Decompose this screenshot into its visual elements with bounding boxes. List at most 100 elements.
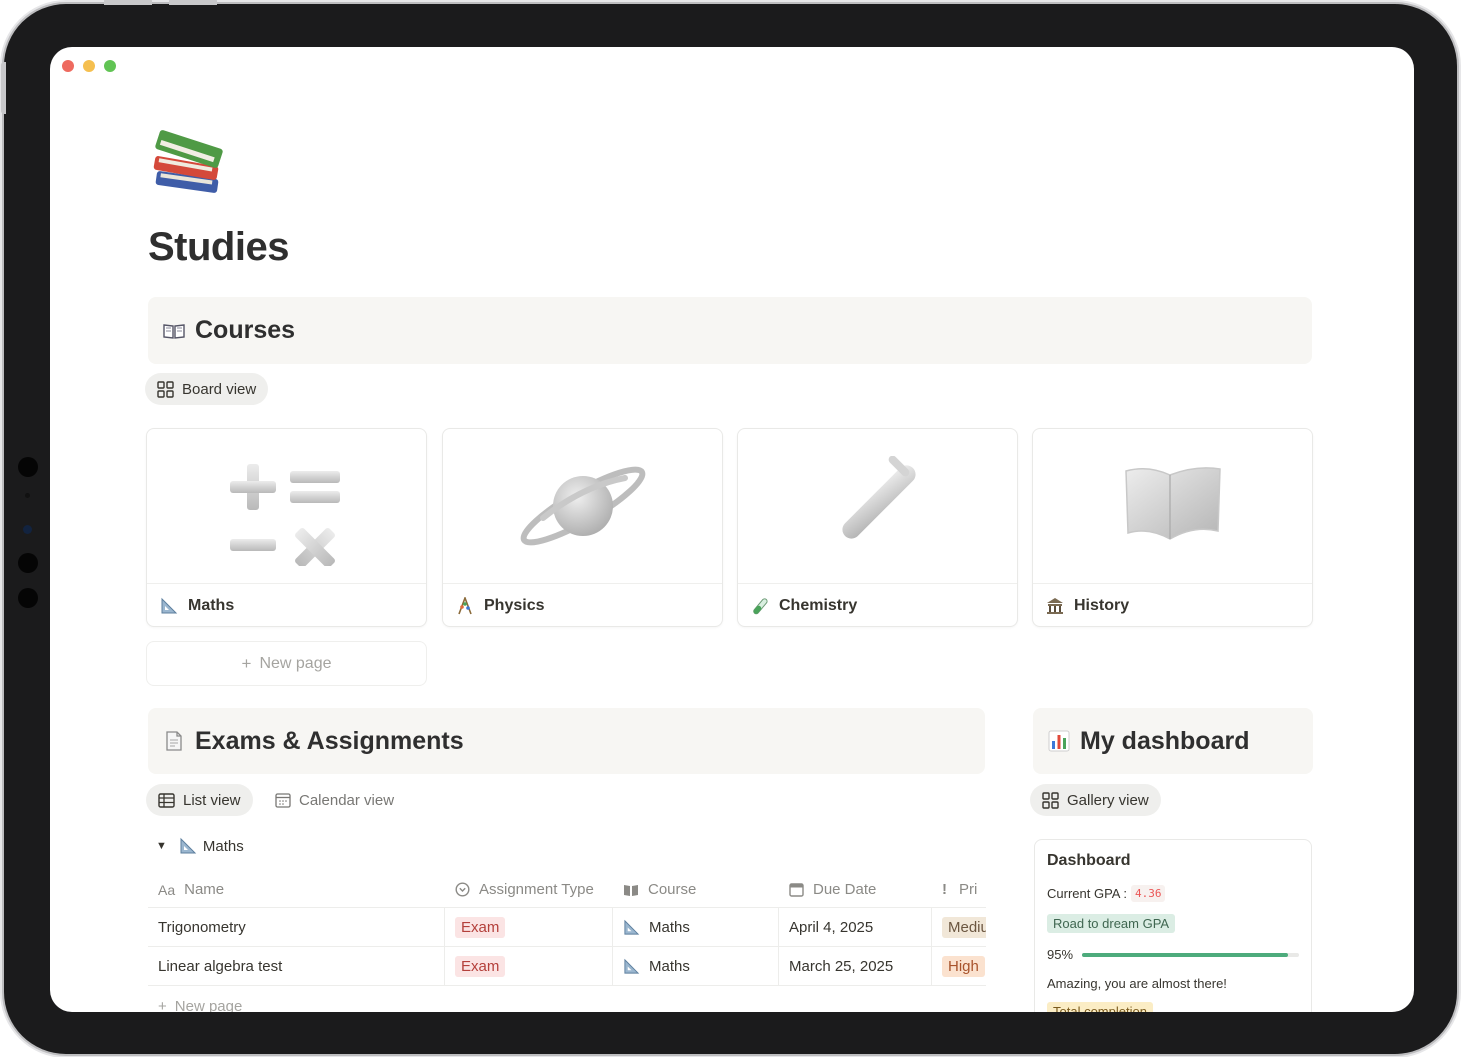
new-page-label: New page [259,654,332,672]
select-property-icon [455,882,470,897]
group-label: Maths [202,837,244,855]
gallery-grid-icon [1042,791,1059,809]
cell-type[interactable]: Exam [445,947,613,985]
cell-name[interactable]: Linear algebra test [148,947,445,985]
assignments-table: Aa Name Assignment Type Course Due Date [148,872,986,986]
column-header-name[interactable]: Aa Name [148,872,445,907]
camera-dot [18,588,38,608]
calendar-view-tab[interactable]: Calendar view [263,784,406,816]
cell-course[interactable]: Maths [613,947,779,985]
camera-lens [23,525,32,534]
course-title: Chemistry [779,596,858,614]
cell-due-date[interactable]: April 4, 2025 [779,908,932,946]
dashboard-header: My dashboard [1033,708,1313,774]
math-symbols-icon [229,464,340,566]
gpa-value: 4.36 [1130,885,1166,902]
minimize-window-button[interactable] [83,60,95,72]
priority-tag: High [942,955,985,977]
gallery-view-label: Gallery view [1067,791,1149,809]
course-title: Maths [188,596,235,614]
test-tube-small-icon [750,596,770,616]
board-grid-icon [157,380,174,398]
classical-building-icon [1045,596,1065,616]
type-tag: Exam [455,955,506,977]
text-property-icon: Aa [158,881,176,898]
exclamation-icon: ! [942,881,947,898]
top-button [169,0,217,5]
abacus-icon [455,596,475,616]
relation-book-icon [623,883,639,897]
calendar-icon [275,793,291,808]
map-cover [1033,429,1312,584]
gpa-progress: 95% [1047,947,1299,962]
column-header-assignment-type[interactable]: Assignment Type [445,872,613,907]
course-title: Physics [484,596,545,614]
collapse-triangle-icon[interactable]: ▼ [156,840,167,852]
camera-dot [18,553,38,573]
books-icon[interactable] [150,125,230,205]
triangle-ruler-icon [179,837,197,855]
completion-tag: Total completion [1047,1002,1153,1012]
date-property-icon [789,882,804,897]
column-header-course[interactable]: Course [613,872,779,907]
course-title: History [1074,596,1130,614]
courses-title: Courses [195,316,296,344]
course-card-maths[interactable]: Maths [146,428,427,627]
test-tube-icon [841,456,916,539]
triangle-ruler-icon [623,958,640,975]
group-maths[interactable]: ▼ Maths [156,837,244,855]
new-course-page-button[interactable]: + New page [146,641,427,686]
open-book-icon [163,323,185,339]
table-row[interactable]: Linear algebra test Exam Maths March 25,… [148,947,986,986]
app-window: Studies Courses Board view Maths Physics… [50,47,1414,1012]
page-title[interactable]: Studies [148,225,289,270]
cell-name[interactable]: Trigonometry [148,908,445,946]
cell-course[interactable]: Maths [613,908,779,946]
new-assignment-button[interactable]: + New page [158,998,242,1012]
column-header-priority[interactable]: ! Pri [932,872,986,907]
gpa-label: Current GPA : [1047,886,1127,901]
dashboard-title: My dashboard [1080,726,1250,755]
cell-priority[interactable]: Mediu [932,908,986,946]
progress-percent: 95% [1047,947,1074,962]
cell-priority[interactable]: High [932,947,986,985]
courses-header: Courses [148,297,1312,364]
course-card-history[interactable]: History [1032,428,1313,627]
camera-dot [18,457,38,477]
progress-message: Amazing, you are almost there! [1047,976,1227,991]
progress-bar-fill [1082,952,1289,957]
close-window-button[interactable] [62,60,74,72]
plus-icon: + [158,998,167,1012]
exams-title: Exams & Assignments [195,726,464,755]
window-controls [62,60,116,72]
cell-type[interactable]: Exam [445,908,613,946]
calendar-view-label: Calendar view [299,791,395,809]
board-view-tab[interactable]: Board view [145,373,269,405]
dashboard-card-title: Dashboard [1047,852,1131,869]
list-view-label: List view [183,791,241,809]
planet-cover [443,429,722,584]
exams-header: Exams & Assignments [148,708,985,774]
top-button [104,0,152,5]
progress-bar [1082,952,1299,957]
bar-chart-icon [1048,730,1070,752]
column-header-due-date[interactable]: Due Date [779,872,932,907]
table-icon [158,792,175,808]
triangle-ruler-icon [159,596,179,616]
cell-due-date[interactable]: March 25, 2025 [779,947,932,985]
priority-tag: Mediu [942,916,986,938]
gallery-view-tab[interactable]: Gallery view [1030,784,1161,816]
gpa-line: Current GPA : 4.36 [1047,885,1299,902]
course-card-physics[interactable]: Physics [442,428,723,627]
course-card-chemistry[interactable]: Chemistry [737,428,1018,627]
planet-icon [520,466,645,546]
test-tube-cover [738,429,1017,584]
table-row[interactable]: Trigonometry Exam Maths April 4, 2025 Me… [148,908,986,947]
sensor-dot [25,493,30,498]
side-button [1,62,6,114]
type-tag: Exam [455,916,506,938]
list-view-tab[interactable]: List view [146,784,253,816]
zoom-window-button[interactable] [104,60,116,72]
dashboard-card[interactable]: Dashboard Current GPA : 4.36 Road to dre… [1034,839,1312,1012]
document-icon [166,731,182,751]
